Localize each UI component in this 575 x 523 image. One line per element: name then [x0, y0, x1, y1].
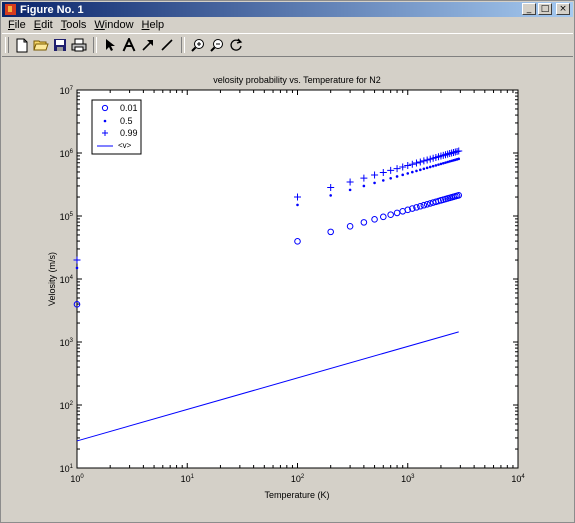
title-bar[interactable]: Figure No. 1 _ □ × — [2, 2, 573, 17]
legend-label-4: <v> — [118, 141, 132, 150]
arrow-icon[interactable] — [139, 37, 156, 54]
data-point-dot — [362, 184, 366, 188]
data-point-dot — [419, 168, 422, 172]
x-tick-label: 101 — [181, 474, 195, 484]
x-tick-label: 104 — [511, 474, 525, 484]
menu-help-mnemonic: H — [141, 19, 150, 31]
line-icon[interactable] — [158, 37, 175, 54]
legend-label-2: 0.5 — [120, 116, 133, 126]
data-point-dot — [75, 266, 79, 270]
data-point-dot — [296, 203, 299, 207]
y-tick-label: 107 — [60, 86, 74, 96]
y-tick-label: 101 — [60, 464, 74, 474]
menu-file-rest: ile — [14, 19, 26, 31]
data-point-dot — [437, 163, 440, 166]
rotate-3d-icon[interactable] — [227, 37, 244, 54]
data-point-dot — [329, 194, 332, 197]
menu-help[interactable]: Help — [142, 19, 165, 31]
figure-window: Figure No. 1 _ □ × File Edit Tools Windo… — [0, 0, 575, 523]
y-tick-label: 105 — [60, 212, 74, 222]
data-point-dot — [457, 157, 461, 161]
menu-tools[interactable]: Tools — [61, 19, 87, 31]
legend-marker-dot — [103, 119, 107, 123]
menu-edit-rest: dit — [41, 19, 53, 31]
toolbar — [2, 33, 573, 57]
zoom-out-icon[interactable] — [208, 37, 225, 54]
save-icon[interactable] — [51, 37, 68, 54]
window-title: Figure No. 1 — [20, 3, 84, 16]
y-tick-label: 102 — [60, 401, 74, 411]
zoom-in-icon[interactable] — [189, 37, 206, 54]
data-point-dot — [431, 164, 435, 168]
menu-file-mnemonic: F — [8, 19, 15, 31]
text-icon[interactable] — [120, 37, 137, 54]
toolbar-separator — [93, 37, 97, 53]
x-tick-label: 102 — [291, 474, 305, 484]
data-point-dot — [401, 173, 405, 177]
x-tick-label: 100 — [70, 474, 84, 484]
data-point-dot — [439, 162, 443, 166]
menu-help-rest: elp — [149, 19, 165, 31]
legend-label-1: 0.01 — [120, 103, 138, 113]
y-axis-label: Velosity (m/s) — [47, 252, 57, 306]
data-point-dot — [389, 176, 392, 180]
y-tick-label: 104 — [60, 275, 74, 285]
data-point-dot — [441, 161, 445, 165]
close-button[interactable]: × — [556, 3, 570, 15]
data-point-dot — [428, 165, 432, 169]
data-point-dot — [411, 170, 414, 174]
x-tick-label: 103 — [401, 474, 415, 484]
figure-canvas: velosity probability vs. Temperature for… — [47, 75, 525, 500]
y-tick-label: 106 — [60, 149, 74, 159]
axes-box — [76, 89, 519, 469]
print-icon[interactable] — [70, 37, 87, 54]
legend-label-3: 0.99 — [120, 128, 138, 138]
menu-bar: File Edit Tools Window Help — [2, 17, 573, 33]
data-point-dot — [348, 188, 352, 192]
data-point-dot — [425, 166, 429, 170]
menu-window[interactable]: Window — [94, 19, 133, 31]
y-tick-label: 103 — [60, 338, 74, 348]
data-point-dot — [422, 167, 426, 171]
menu-window-rest: indow — [104, 19, 134, 31]
menu-tools-rest: ools — [66, 19, 87, 31]
menu-edit[interactable]: Edit — [34, 19, 53, 31]
legend: 0.01 0.5 0.99 <v> — [91, 99, 142, 155]
data-point-dot — [434, 164, 438, 167]
matlab-icon — [5, 4, 16, 15]
new-file-icon[interactable] — [13, 37, 30, 54]
toolbar-separator-2 — [181, 37, 185, 53]
data-point-dot — [395, 175, 399, 178]
menu-window-mnemonic: W — [94, 19, 105, 31]
chart-title: velosity probability vs. Temperature for… — [213, 75, 380, 85]
data-point-dot — [406, 172, 410, 175]
data-point-dot — [381, 179, 385, 182]
menu-edit-mnemonic: E — [33, 19, 42, 31]
x-axis-label: Temperature (K) — [264, 490, 329, 500]
data-point-dot — [373, 181, 376, 185]
pointer-arrow-icon[interactable] — [101, 37, 118, 54]
menu-file[interactable]: File — [8, 19, 26, 31]
maximize-button[interactable]: □ — [538, 3, 552, 15]
data-point-dot — [415, 169, 418, 173]
open-folder-icon[interactable] — [32, 37, 49, 54]
minimize-button[interactable]: _ — [522, 3, 536, 15]
toolbar-grip[interactable] — [5, 37, 9, 53]
